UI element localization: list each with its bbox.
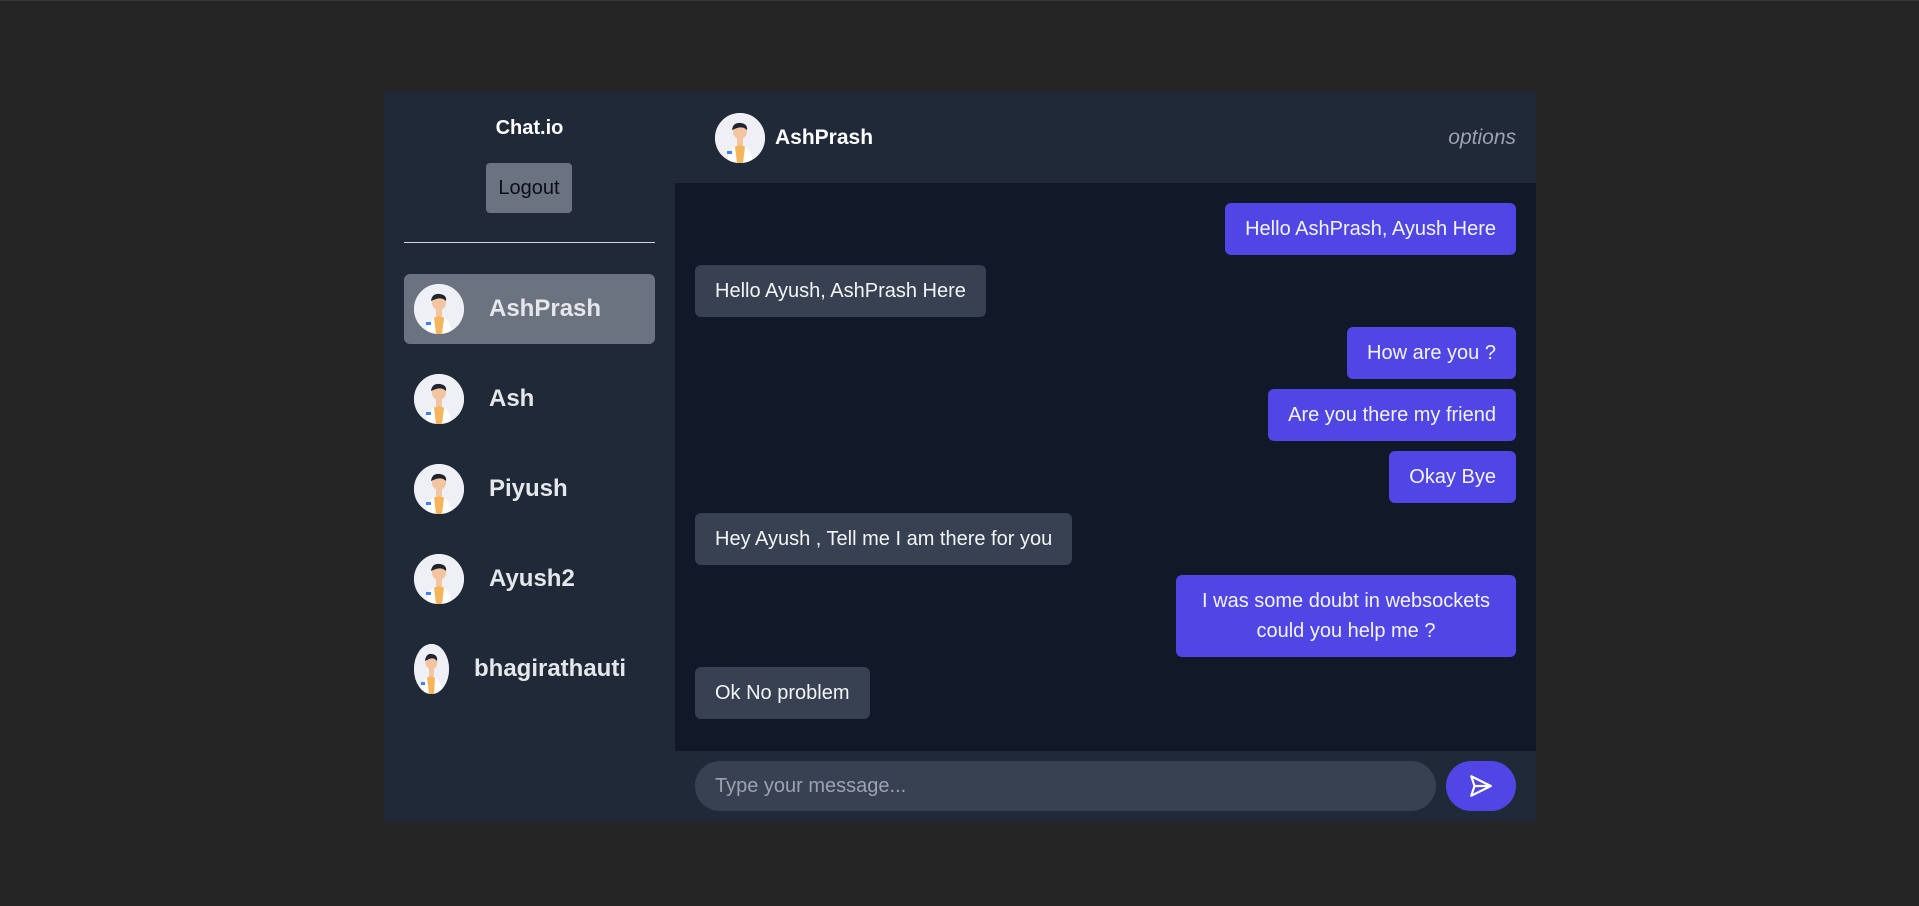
message-received: Ok No problem <box>695 667 870 719</box>
contact-avatar-icon <box>715 112 765 163</box>
chat-pane: AshPrash options Hello AshPrash, Ayush H… <box>675 92 1536 821</box>
user-item-piyush[interactable]: Piyush <box>404 454 655 524</box>
options-link[interactable]: options <box>1448 126 1516 150</box>
user-name: Ash <box>489 385 535 412</box>
user-item-bhagirathauti[interactable]: bhagirathauti <box>404 634 655 704</box>
message-sent: Hello AshPrash, Ayush Here <box>1225 203 1516 255</box>
avatar-icon <box>414 374 464 424</box>
user-name: Piyush <box>489 475 568 502</box>
message-list: Hello AshPrash, Ayush Here Hello Ayush, … <box>675 183 1536 751</box>
user-name: AshPrash <box>489 295 602 322</box>
user-name: bhagirathauti <box>474 655 627 682</box>
message-composer <box>675 751 1536 821</box>
avatar-icon <box>414 464 464 514</box>
message-received: Hey Ayush , Tell me I am there for you <box>695 513 1073 565</box>
app-brand: Chat.io <box>495 117 564 139</box>
user-item-ayush2[interactable]: Ayush2 <box>404 544 655 614</box>
message-sent: Are you there my friend <box>1268 389 1516 441</box>
message-sent: I was some doubt in websockets could you… <box>1176 575 1516 657</box>
send-button[interactable] <box>1446 761 1516 811</box>
user-name: Ayush2 <box>489 565 575 592</box>
user-item-ash[interactable]: Ash <box>404 364 655 434</box>
message-received: Hello Ayush, AshPrash Here <box>695 265 986 317</box>
sidebar: Chat.io Logout AshPrash Ash Piyush Ayush… <box>384 92 675 821</box>
chat-contact-name: AshPrash <box>775 125 874 149</box>
message-sent: How are you ? <box>1347 327 1516 379</box>
sidebar-divider <box>404 242 655 243</box>
message-sent: Okay Bye <box>1389 451 1516 503</box>
user-item-ashprash[interactable]: AshPrash <box>404 274 655 344</box>
avatar-icon <box>414 284 464 334</box>
logout-button[interactable]: Logout <box>486 163 572 213</box>
message-input[interactable] <box>695 761 1436 811</box>
chat-app: Chat.io Logout AshPrash Ash Piyush Ayush… <box>384 92 1536 821</box>
chat-header: AshPrash options <box>675 92 1536 183</box>
user-list: AshPrash Ash Piyush Ayush2 bhagirathauti <box>404 274 655 724</box>
avatar-icon <box>414 644 449 694</box>
send-icon <box>1470 775 1492 797</box>
avatar-icon <box>414 554 464 604</box>
